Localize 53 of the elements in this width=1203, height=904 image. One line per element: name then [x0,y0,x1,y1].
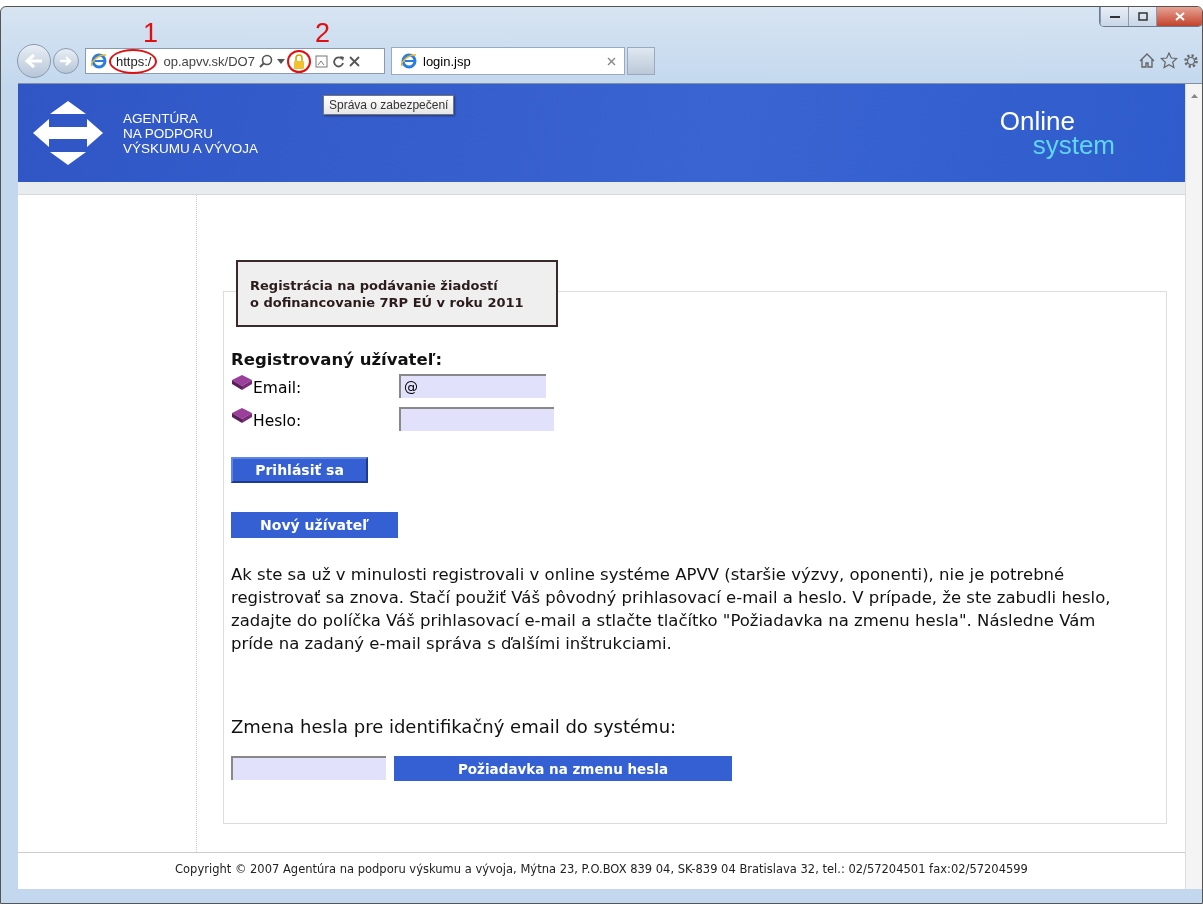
brand-subtitle: system [1032,133,1115,157]
browser-logo-icon [400,52,418,70]
agency-name-line: AGENTÚRA [123,110,199,126]
maximize-button[interactable] [1128,7,1156,26]
stop-icon[interactable] [348,55,360,67]
scrollbar[interactable] [1185,84,1202,889]
book-icon [231,407,253,423]
browser-logo-icon [90,52,108,70]
brand-title: Online [999,109,1075,133]
login-button[interactable]: Prihlásiť sa [231,457,368,483]
annotation-ellipse [109,48,158,74]
search-icon[interactable] [258,54,273,68]
email-input-field[interactable] [231,756,386,780]
input-field[interactable] [399,406,554,431]
field-label: Heslo: [253,412,302,430]
new-user-button[interactable]: Nový užívateľ [231,512,398,538]
agency-name-line: NA PODPORU [123,125,215,141]
title-line: Registrácia na podávanie žiadostí [250,276,499,294]
info-paragraph: Ak ste sa už v minulosti registrovali v online systéme APVV (staršie výzvy, oponenti), nie je potrebné registrovať sa znova. Stačí použiť Váš pôvodný prihlasovací e-mail a heslo. V prípade, že ste zabudli heslo, zadajte do políčka Váš prihlasovací e-mail a stlačte tlačítko "Požiadavka na zmenu hesla". Následne Vám príde na zadaný e-mail správa s ďalšími inštrukciami. [231,564,1112,655]
close-icon [1174,12,1185,21]
password-reset-button[interactable]: Požiadavka na zmenu hesla [394,756,732,781]
agency-name-line: VÝSKUMU A VÝVOJA [123,140,259,156]
field-label: Email: [253,379,302,397]
section-heading: Registrovaný užívateľ: [231,350,444,369]
footer-text: Copyright © 2007 Agentúra na podporu výskumu a vývoja, Mýtna 23, P.O.BOX 839 04, SK-839 04 Bratislava 32, tel.: 02/57204501 fax:02/57204599 [18,852,1185,885]
minimize-button[interactable] [1100,7,1128,26]
lock-icon[interactable] [292,53,305,69]
close-button[interactable] [1156,7,1202,26]
forward-button[interactable] [53,48,79,74]
section-heading: Zmena hesla pre identifikačný email do systému: [231,716,678,737]
title-line: o dofinancovanie 7RP EÚ v roku 2011 [250,293,525,311]
url-scheme-text: https:/ [116,53,152,69]
address-bar[interactable]: https:/ op.apvv.sk/DO7 [85,48,385,74]
refresh-icon[interactable] [331,54,345,68]
star-icon[interactable] [1160,52,1178,69]
browser-tab[interactable]: login.jsp [391,47,625,75]
url-text: op.apvv.sk/DO7 [163,53,255,69]
annotation-number: 2 [315,18,331,48]
scroll-up-icon[interactable] [1190,94,1198,98]
annotation-number: 1 [143,18,159,48]
back-button[interactable] [17,44,51,78]
book-icon [231,374,253,390]
home-icon[interactable] [1138,52,1156,69]
dropdown-caret-icon[interactable] [276,58,285,64]
forward-arrow-icon [59,55,73,67]
input-field[interactable]: @ [399,373,546,398]
maximize-icon [1137,12,1148,21]
annotation-circle [286,49,311,73]
settings-icon[interactable] [1182,52,1200,70]
tooltip: Správa o zabezpečení [323,95,455,115]
back-arrow-icon [24,53,44,69]
logo-arrows-icon [33,101,103,165]
close-tab-icon[interactable] [607,56,616,66]
